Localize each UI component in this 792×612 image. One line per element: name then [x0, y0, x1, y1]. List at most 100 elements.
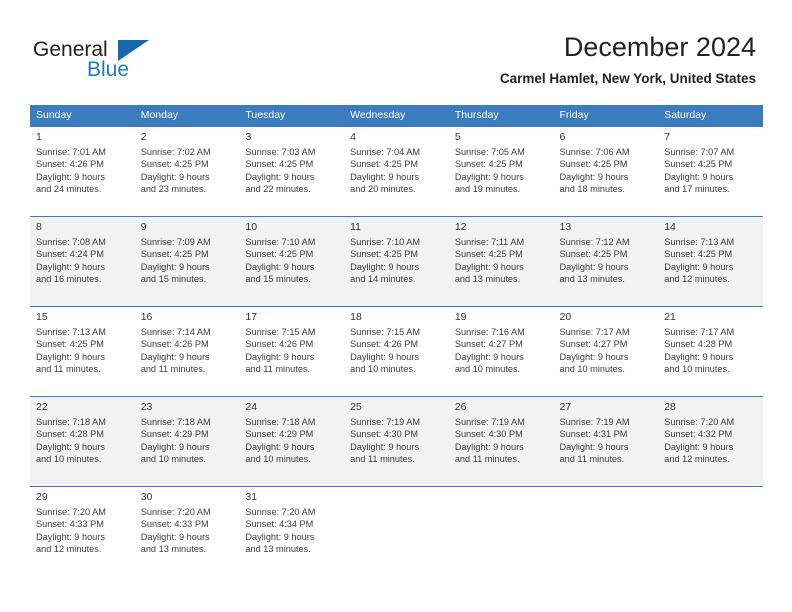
calendar-day[interactable]: 14 Sunrise: 7:13 AM Sunset: 4:25 PM Dayli…: [658, 216, 763, 306]
calendar-cell: 21 Sunrise: 7:17 AM Sunset: 4:28 PM Dayli…: [658, 306, 763, 396]
calendar-day[interactable]: 16 Sunrise: 7:14 AM Sunset: 4:26 PM Dayli…: [134, 306, 240, 396]
calendar-day[interactable]: 7 Sunrise: 7:07 AM Sunset: 4:25 PM Daylig…: [658, 126, 763, 216]
day-sun-info: Sunrise: 7:04 AM Sunset: 4:25 PM Dayligh…: [350, 147, 421, 195]
calendar-day[interactable]: 12 Sunrise: 7:11 AM Sunset: 4:25 PM Dayli…: [448, 216, 554, 306]
calendar-week-row: 1 Sunrise: 7:01 AM Sunset: 4:26 PM Daylig…: [30, 126, 763, 216]
weekday-header-friday: Friday: [553, 105, 659, 126]
calendar-day[interactable]: 4 Sunrise: 7:04 AM Sunset: 4:25 PM Daylig…: [344, 126, 449, 216]
day-sun-info: Sunrise: 7:20 AM Sunset: 4:33 PM Dayligh…: [36, 507, 106, 555]
calendar-day[interactable]: 27 Sunrise: 7:19 AM Sunset: 4:31 PM Dayli…: [553, 396, 659, 486]
calendar-day[interactable]: 19 Sunrise: 7:16 AM Sunset: 4:27 PM Dayli…: [448, 306, 554, 396]
day-number: 5: [454, 131, 461, 143]
day-number: 11: [350, 221, 362, 233]
day-sun-info: Sunrise: 7:15 AM Sunset: 4:26 PM Dayligh…: [245, 327, 316, 375]
day-number: 24: [245, 401, 258, 413]
calendar-cell: 16 Sunrise: 7:14 AM Sunset: 4:26 PM Dayli…: [134, 306, 240, 396]
page-header: General Blue December 2024 Carmel Hamlet…: [0, 0, 792, 100]
day-number: 14: [664, 221, 676, 233]
day-number: 26: [454, 401, 467, 413]
calendar-day[interactable]: 23 Sunrise: 7:18 AM Sunset: 4:29 PM Dayli…: [134, 396, 240, 486]
day-number: 9: [140, 221, 147, 233]
calendar-cell: 22 Sunrise: 7:18 AM Sunset: 4:28 PM Dayli…: [30, 396, 135, 486]
calendar-day[interactable]: 6 Sunrise: 7:06 AM Sunset: 4:25 PM Daylig…: [553, 126, 659, 216]
day-sun-info: Sunrise: 7:06 AM Sunset: 4:25 PM Dayligh…: [559, 147, 630, 195]
calendar-day[interactable]: 30 Sunrise: 7:20 AM Sunset: 4:33 PM Dayli…: [134, 486, 240, 576]
calendar-cell: 15 Sunrise: 7:13 AM Sunset: 4:25 PM Dayli…: [30, 306, 135, 396]
calendar-day[interactable]: 15 Sunrise: 7:13 AM Sunset: 4:25 PM Dayli…: [30, 306, 135, 396]
calendar-grid: Sunday Monday Tuesday Wednesday Thursday…: [30, 105, 763, 576]
day-number: 19: [454, 311, 467, 323]
calendar-cell: 26 Sunrise: 7:19 AM Sunset: 4:30 PM Dayli…: [448, 396, 554, 486]
weekday-header-sunday: Sunday: [30, 105, 135, 126]
day-sun-info: Sunrise: 7:19 AM Sunset: 4:31 PM Dayligh…: [559, 417, 630, 465]
day-number: 21: [664, 311, 676, 323]
calendar-page: General Blue December 2024 Carmel Hamlet…: [0, 0, 792, 612]
calendar-cell: 9 Sunrise: 7:09 AM Sunset: 4:25 PM Daylig…: [134, 216, 240, 306]
day-sun-info: Sunrise: 7:01 AM Sunset: 4:26 PM Dayligh…: [36, 147, 106, 195]
calendar-cell: 30 Sunrise: 7:20 AM Sunset: 4:33 PM Dayli…: [134, 486, 240, 576]
calendar-cell: 20 Sunrise: 7:17 AM Sunset: 4:27 PM Dayli…: [553, 306, 659, 396]
day-number: 10: [245, 221, 258, 233]
calendar-cell: [658, 486, 763, 576]
calendar-day[interactable]: 8 Sunrise: 7:08 AM Sunset: 4:24 PM Daylig…: [30, 216, 135, 306]
calendar-day[interactable]: 28 Sunrise: 7:20 AM Sunset: 4:32 PM Dayli…: [658, 396, 763, 486]
day-number: 20: [559, 311, 572, 323]
day-sun-info: Sunrise: 7:12 AM Sunset: 4:25 PM Dayligh…: [559, 237, 630, 285]
calendar-day[interactable]: 11 Sunrise: 7:10 AM Sunset: 4:25 PM Dayli…: [344, 216, 449, 306]
calendar-day-empty: [658, 486, 763, 576]
calendar-cell: 31 Sunrise: 7:20 AM Sunset: 4:34 PM Dayli…: [239, 486, 345, 576]
day-number: 23: [140, 401, 153, 413]
calendar-day[interactable]: 13 Sunrise: 7:12 AM Sunset: 4:25 PM Dayli…: [553, 216, 659, 306]
calendar-day[interactable]: 25 Sunrise: 7:19 AM Sunset: 4:30 PM Dayli…: [344, 396, 449, 486]
calendar-cell: 14 Sunrise: 7:13 AM Sunset: 4:25 PM Dayli…: [658, 216, 763, 306]
day-number: 2: [140, 131, 147, 143]
calendar-day[interactable]: 5 Sunrise: 7:05 AM Sunset: 4:25 PM Daylig…: [448, 126, 554, 216]
calendar-cell: 6 Sunrise: 7:06 AM Sunset: 4:25 PM Daylig…: [553, 126, 659, 216]
day-number: 15: [36, 311, 48, 323]
calendar-day[interactable]: 17 Sunrise: 7:15 AM Sunset: 4:26 PM Dayli…: [239, 306, 345, 396]
day-sun-info: Sunrise: 7:13 AM Sunset: 4:25 PM Dayligh…: [36, 327, 106, 375]
calendar-cell: [448, 486, 554, 576]
calendar-day[interactable]: 24 Sunrise: 7:18 AM Sunset: 4:29 PM Dayli…: [239, 396, 345, 486]
day-number: 16: [140, 311, 153, 323]
calendar-day[interactable]: 26 Sunrise: 7:19 AM Sunset: 4:30 PM Dayli…: [448, 396, 554, 486]
calendar-day[interactable]: 31 Sunrise: 7:20 AM Sunset: 4:34 PM Dayli…: [239, 486, 345, 576]
calendar-cell: [553, 486, 659, 576]
calendar-day[interactable]: 9 Sunrise: 7:09 AM Sunset: 4:25 PM Daylig…: [134, 216, 240, 306]
day-number: 27: [559, 401, 572, 413]
day-sun-info: Sunrise: 7:18 AM Sunset: 4:29 PM Dayligh…: [245, 417, 316, 465]
calendar-day[interactable]: 2 Sunrise: 7:02 AM Sunset: 4:25 PM Daylig…: [134, 126, 240, 216]
calendar-week-row: 29 Sunrise: 7:20 AM Sunset: 4:33 PM Dayli…: [30, 486, 763, 576]
calendar-cell: 2 Sunrise: 7:02 AM Sunset: 4:25 PM Daylig…: [134, 126, 240, 216]
day-sun-info: Sunrise: 7:03 AM Sunset: 4:25 PM Dayligh…: [245, 147, 316, 195]
calendar-day[interactable]: 22 Sunrise: 7:18 AM Sunset: 4:28 PM Dayli…: [30, 396, 135, 486]
calendar-day[interactable]: 20 Sunrise: 7:17 AM Sunset: 4:27 PM Dayli…: [553, 306, 659, 396]
page-title: December 2024: [563, 32, 756, 62]
calendar-header-row: Sunday Monday Tuesday Wednesday Thursday…: [30, 105, 763, 126]
calendar-day[interactable]: 1 Sunrise: 7:01 AM Sunset: 4:26 PM Daylig…: [30, 126, 135, 216]
page-subtitle: Carmel Hamlet, New York, United States: [499, 71, 756, 86]
day-sun-info: Sunrise: 7:17 AM Sunset: 4:28 PM Dayligh…: [664, 327, 735, 375]
day-number: 4: [350, 131, 356, 143]
day-sun-info: Sunrise: 7:17 AM Sunset: 4:27 PM Dayligh…: [559, 327, 630, 375]
day-sun-info: Sunrise: 7:19 AM Sunset: 4:30 PM Dayligh…: [454, 417, 525, 465]
weekday-header-wednesday: Wednesday: [344, 105, 449, 126]
calendar-cell: 13 Sunrise: 7:12 AM Sunset: 4:25 PM Dayli…: [553, 216, 659, 306]
calendar-day[interactable]: 21 Sunrise: 7:17 AM Sunset: 4:28 PM Dayli…: [658, 306, 763, 396]
calendar-day[interactable]: 3 Sunrise: 7:03 AM Sunset: 4:25 PM Daylig…: [239, 126, 345, 216]
day-number: 13: [559, 221, 572, 233]
day-number: 22: [36, 401, 48, 413]
calendar-week-row: 22 Sunrise: 7:18 AM Sunset: 4:28 PM Dayli…: [30, 396, 763, 486]
day-number: 12: [454, 221, 467, 233]
day-number: 29: [36, 491, 48, 503]
calendar-cell: 18 Sunrise: 7:15 AM Sunset: 4:26 PM Dayli…: [344, 306, 449, 396]
calendar-day[interactable]: 29 Sunrise: 7:20 AM Sunset: 4:33 PM Dayli…: [30, 486, 135, 576]
calendar-cell: 1 Sunrise: 7:01 AM Sunset: 4:26 PM Daylig…: [30, 126, 135, 216]
calendar-day[interactable]: 18 Sunrise: 7:15 AM Sunset: 4:26 PM Dayli…: [344, 306, 449, 396]
day-sun-info: Sunrise: 7:08 AM Sunset: 4:24 PM Dayligh…: [36, 237, 106, 285]
calendar-cell: 10 Sunrise: 7:10 AM Sunset: 4:25 PM Dayli…: [239, 216, 345, 306]
day-sun-info: Sunrise: 7:14 AM Sunset: 4:26 PM Dayligh…: [140, 327, 211, 375]
calendar-day[interactable]: 10 Sunrise: 7:10 AM Sunset: 4:25 PM Dayli…: [239, 216, 345, 306]
calendar-cell: 4 Sunrise: 7:04 AM Sunset: 4:25 PM Daylig…: [344, 126, 449, 216]
general-blue-logo[interactable]: General Blue: [33, 38, 213, 86]
